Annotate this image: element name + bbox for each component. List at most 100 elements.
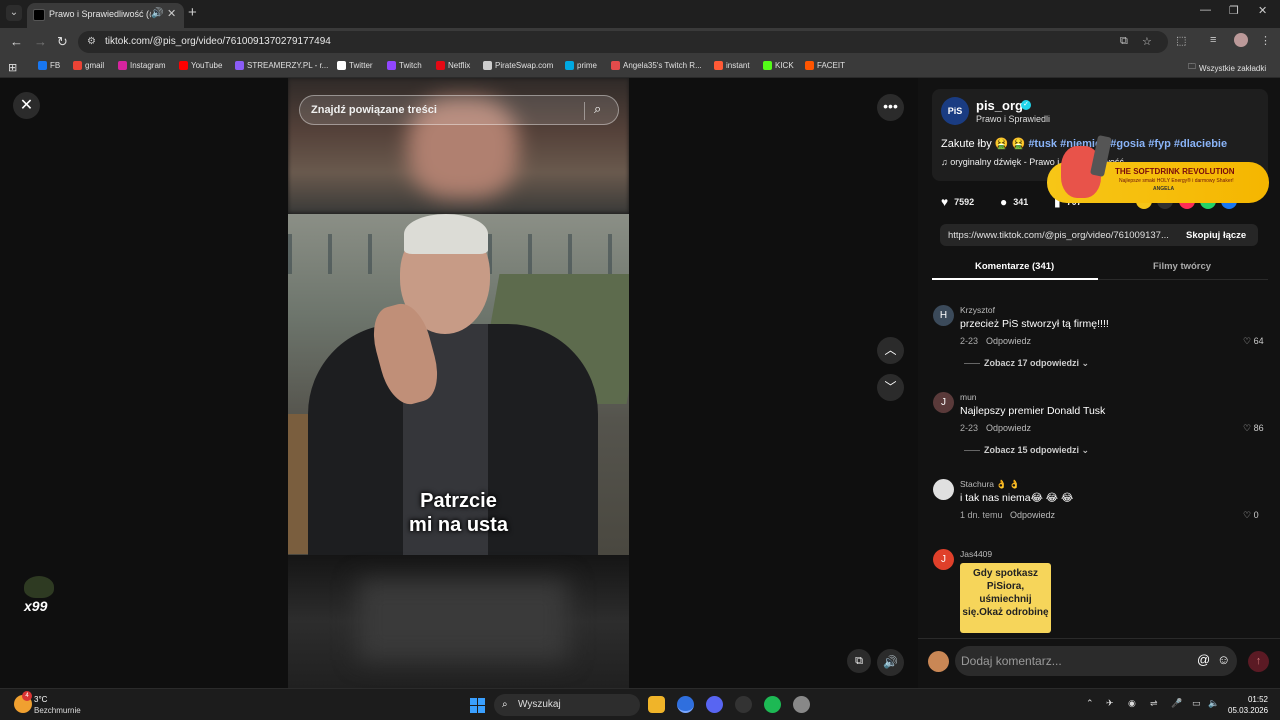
commenter-avatar[interactable]	[933, 479, 954, 500]
tray-app-icon[interactable]: ⇌	[1150, 698, 1158, 709]
start-button[interactable]	[470, 698, 485, 713]
commenter-avatar[interactable]: H	[933, 305, 954, 326]
chrome-icon[interactable]	[677, 696, 694, 713]
bookmark-item[interactable]: Twitter	[337, 61, 373, 70]
weather-temp[interactable]: 3°C	[34, 695, 47, 704]
copy-link-button[interactable]: Skopiuj łącze	[1186, 230, 1246, 241]
hashtag-link[interactable]: #fyp	[1148, 138, 1171, 150]
view-replies-button[interactable]: Zobacz 15 odpowiedzi ⌄	[964, 445, 1089, 456]
bookmark-item[interactable]: Instagram	[118, 61, 166, 70]
commenter-name[interactable]: Jas4409	[960, 549, 992, 559]
comment-sticker-image[interactable]: Gdy spotkasz PiSiora, uśmiechnij się.Oka…	[960, 563, 1051, 633]
mention-icon[interactable]: @	[1197, 652, 1210, 667]
tab-search-button[interactable]: ⌄	[6, 5, 22, 21]
discord-icon[interactable]	[706, 696, 723, 713]
bookmark-item[interactable]: PirateSwap.com	[483, 61, 553, 70]
reply-button[interactable]: Odpowiedz	[986, 336, 1031, 346]
more-options-icon[interactable]: •••	[877, 94, 904, 121]
comment-text: Najlepszy premier Donald Tusk	[960, 405, 1106, 417]
speaker-icon[interactable]: 🔈	[1208, 698, 1219, 709]
tab-close-icon[interactable]: ✕	[167, 7, 176, 20]
display-icon[interactable]: ▭	[1192, 698, 1201, 709]
taskbar-search[interactable]: ⌕ Wyszukaj	[494, 694, 640, 716]
bookmark-item[interactable]: instant	[714, 61, 750, 70]
bookmark-item[interactable]: prime	[565, 61, 597, 70]
media-controls-icon[interactable]: ≡	[1210, 34, 1216, 46]
settings-icon[interactable]	[793, 696, 810, 713]
hashtag-link[interactable]: #gosia	[1110, 138, 1145, 150]
view-replies-button[interactable]: Zobacz 17 odpowiedzi ⌄	[964, 358, 1089, 369]
reply-button[interactable]: Odpowiedz	[986, 423, 1031, 433]
close-video-icon[interactable]: ✕	[13, 92, 40, 119]
like-button[interactable]: ♥ 7592	[941, 195, 974, 209]
commenter-name[interactable]: Stachura 👌 👌	[960, 479, 1020, 490]
video-player[interactable]: Patrzcie mi na usta	[288, 78, 629, 688]
picture-in-picture-icon[interactable]: ⧉	[847, 649, 871, 673]
tab-comments[interactable]: Komentarze (341)	[975, 261, 1054, 272]
video-blurred-bottom	[288, 555, 629, 688]
tray-overflow-icon[interactable]: ⌃	[1086, 698, 1094, 709]
chrome-menu-icon[interactable]: ⋮	[1260, 34, 1271, 47]
previous-video-icon[interactable]: ︿	[877, 337, 904, 364]
comment-button[interactable]: ● 341	[1000, 195, 1028, 209]
commenter-name[interactable]: Krzysztof	[960, 305, 995, 315]
bookmark-item[interactable]: gmail	[73, 61, 104, 70]
tab-creator-videos[interactable]: Filmy twórcy	[1153, 261, 1211, 272]
clock[interactable]: 01:52 05.03.2026	[1228, 694, 1268, 716]
bookmark-item[interactable]: KICK	[763, 61, 794, 70]
related-search-input[interactable]: Znajdź powiązane treści ⌕	[299, 95, 619, 125]
emoji-icon[interactable]: ☺	[1217, 652, 1230, 667]
author-avatar[interactable]: PiS	[941, 97, 969, 125]
cast-icon[interactable]: ⧉	[1120, 35, 1128, 48]
bookmark-item[interactable]: Angela35's Twitch R...	[611, 61, 702, 70]
url-text[interactable]: tiktok.com/@pis_org/video/76100913702791…	[105, 36, 331, 47]
file-explorer-icon[interactable]	[648, 696, 665, 713]
commenter-name[interactable]: mun	[960, 392, 977, 402]
weather-desc[interactable]: Bezchmurnie	[34, 706, 81, 715]
profile-avatar[interactable]	[1234, 33, 1248, 47]
author-name[interactable]: pis_org	[976, 98, 1023, 113]
network-icon[interactable]: ✈	[1106, 698, 1114, 709]
bookmark-item[interactable]: Twitch	[387, 61, 422, 70]
bookmark-star-icon[interactable]: ☆	[1142, 35, 1152, 48]
apps-grid-icon[interactable]: ⊞	[8, 61, 17, 74]
reload-icon[interactable]: ↻	[57, 34, 68, 50]
all-bookmarks-folder[interactable]: 🗀 Wszystkie zakładki	[1188, 61, 1266, 75]
reply-button[interactable]: Odpowiedz	[1010, 510, 1055, 520]
comment-like-button[interactable]: ♡ 64	[1243, 336, 1264, 347]
microphone-icon[interactable]: 🎤	[1171, 698, 1182, 709]
tab-audio-icon[interactable]: 🔊	[151, 8, 163, 19]
volume-icon[interactable]: 🔊	[877, 649, 904, 676]
bookmark-favicon-icon	[118, 61, 127, 70]
comment-like-button[interactable]: ♡ 0	[1243, 510, 1259, 521]
hashtag-link[interactable]: #tusk	[1028, 138, 1057, 150]
comment-like-button[interactable]: ♡ 86	[1243, 423, 1264, 434]
bookmark-item[interactable]: Netflix	[436, 61, 470, 70]
commenter-avatar[interactable]: J	[933, 549, 954, 570]
weather-icon[interactable]: 4	[14, 691, 32, 713]
bookmark-item[interactable]: YouTube	[179, 61, 222, 70]
video-link-text[interactable]: https://www.tiktok.com/@pis_org/video/76…	[948, 230, 1176, 241]
comment-input[interactable]: Dodaj komentarz... @ ☺	[955, 646, 1237, 676]
bookmark-item[interactable]: FACEIT	[805, 61, 845, 70]
commenter-avatar[interactable]: J	[933, 392, 954, 413]
back-icon[interactable]: ←	[10, 34, 23, 49]
address-bar[interactable]: ⚙ tiktok.com/@pis_org/video/761009137027…	[78, 31, 1168, 53]
bookmark-item[interactable]: STREAMERZY.PL - r...	[235, 61, 328, 70]
app-icon[interactable]	[735, 696, 752, 713]
restore-icon[interactable]: ❐	[1229, 4, 1239, 17]
window-close-icon[interactable]: ✕	[1258, 4, 1267, 17]
hashtag-link[interactable]: #dlaciebie	[1174, 138, 1227, 150]
discord-tray-icon[interactable]: ◉	[1128, 698, 1136, 709]
new-tab-button[interactable]: +	[188, 4, 197, 21]
site-info-icon[interactable]: ⚙	[87, 36, 96, 47]
send-comment-button[interactable]: ↑	[1248, 651, 1269, 672]
extensions-icon[interactable]: ⬚	[1176, 34, 1186, 47]
browser-tab-active[interactable]: Prawo i Sprawiedliwość (@pis_org) 🔊 ✕	[27, 3, 184, 28]
bookmark-item[interactable]: FB	[38, 61, 60, 70]
spotify-icon[interactable]	[764, 696, 781, 713]
forward-icon[interactable]: →	[34, 34, 47, 49]
next-video-icon[interactable]: ﹀	[877, 374, 904, 401]
minimize-icon[interactable]: —	[1200, 4, 1211, 16]
search-icon[interactable]: ⌕	[594, 101, 601, 117]
